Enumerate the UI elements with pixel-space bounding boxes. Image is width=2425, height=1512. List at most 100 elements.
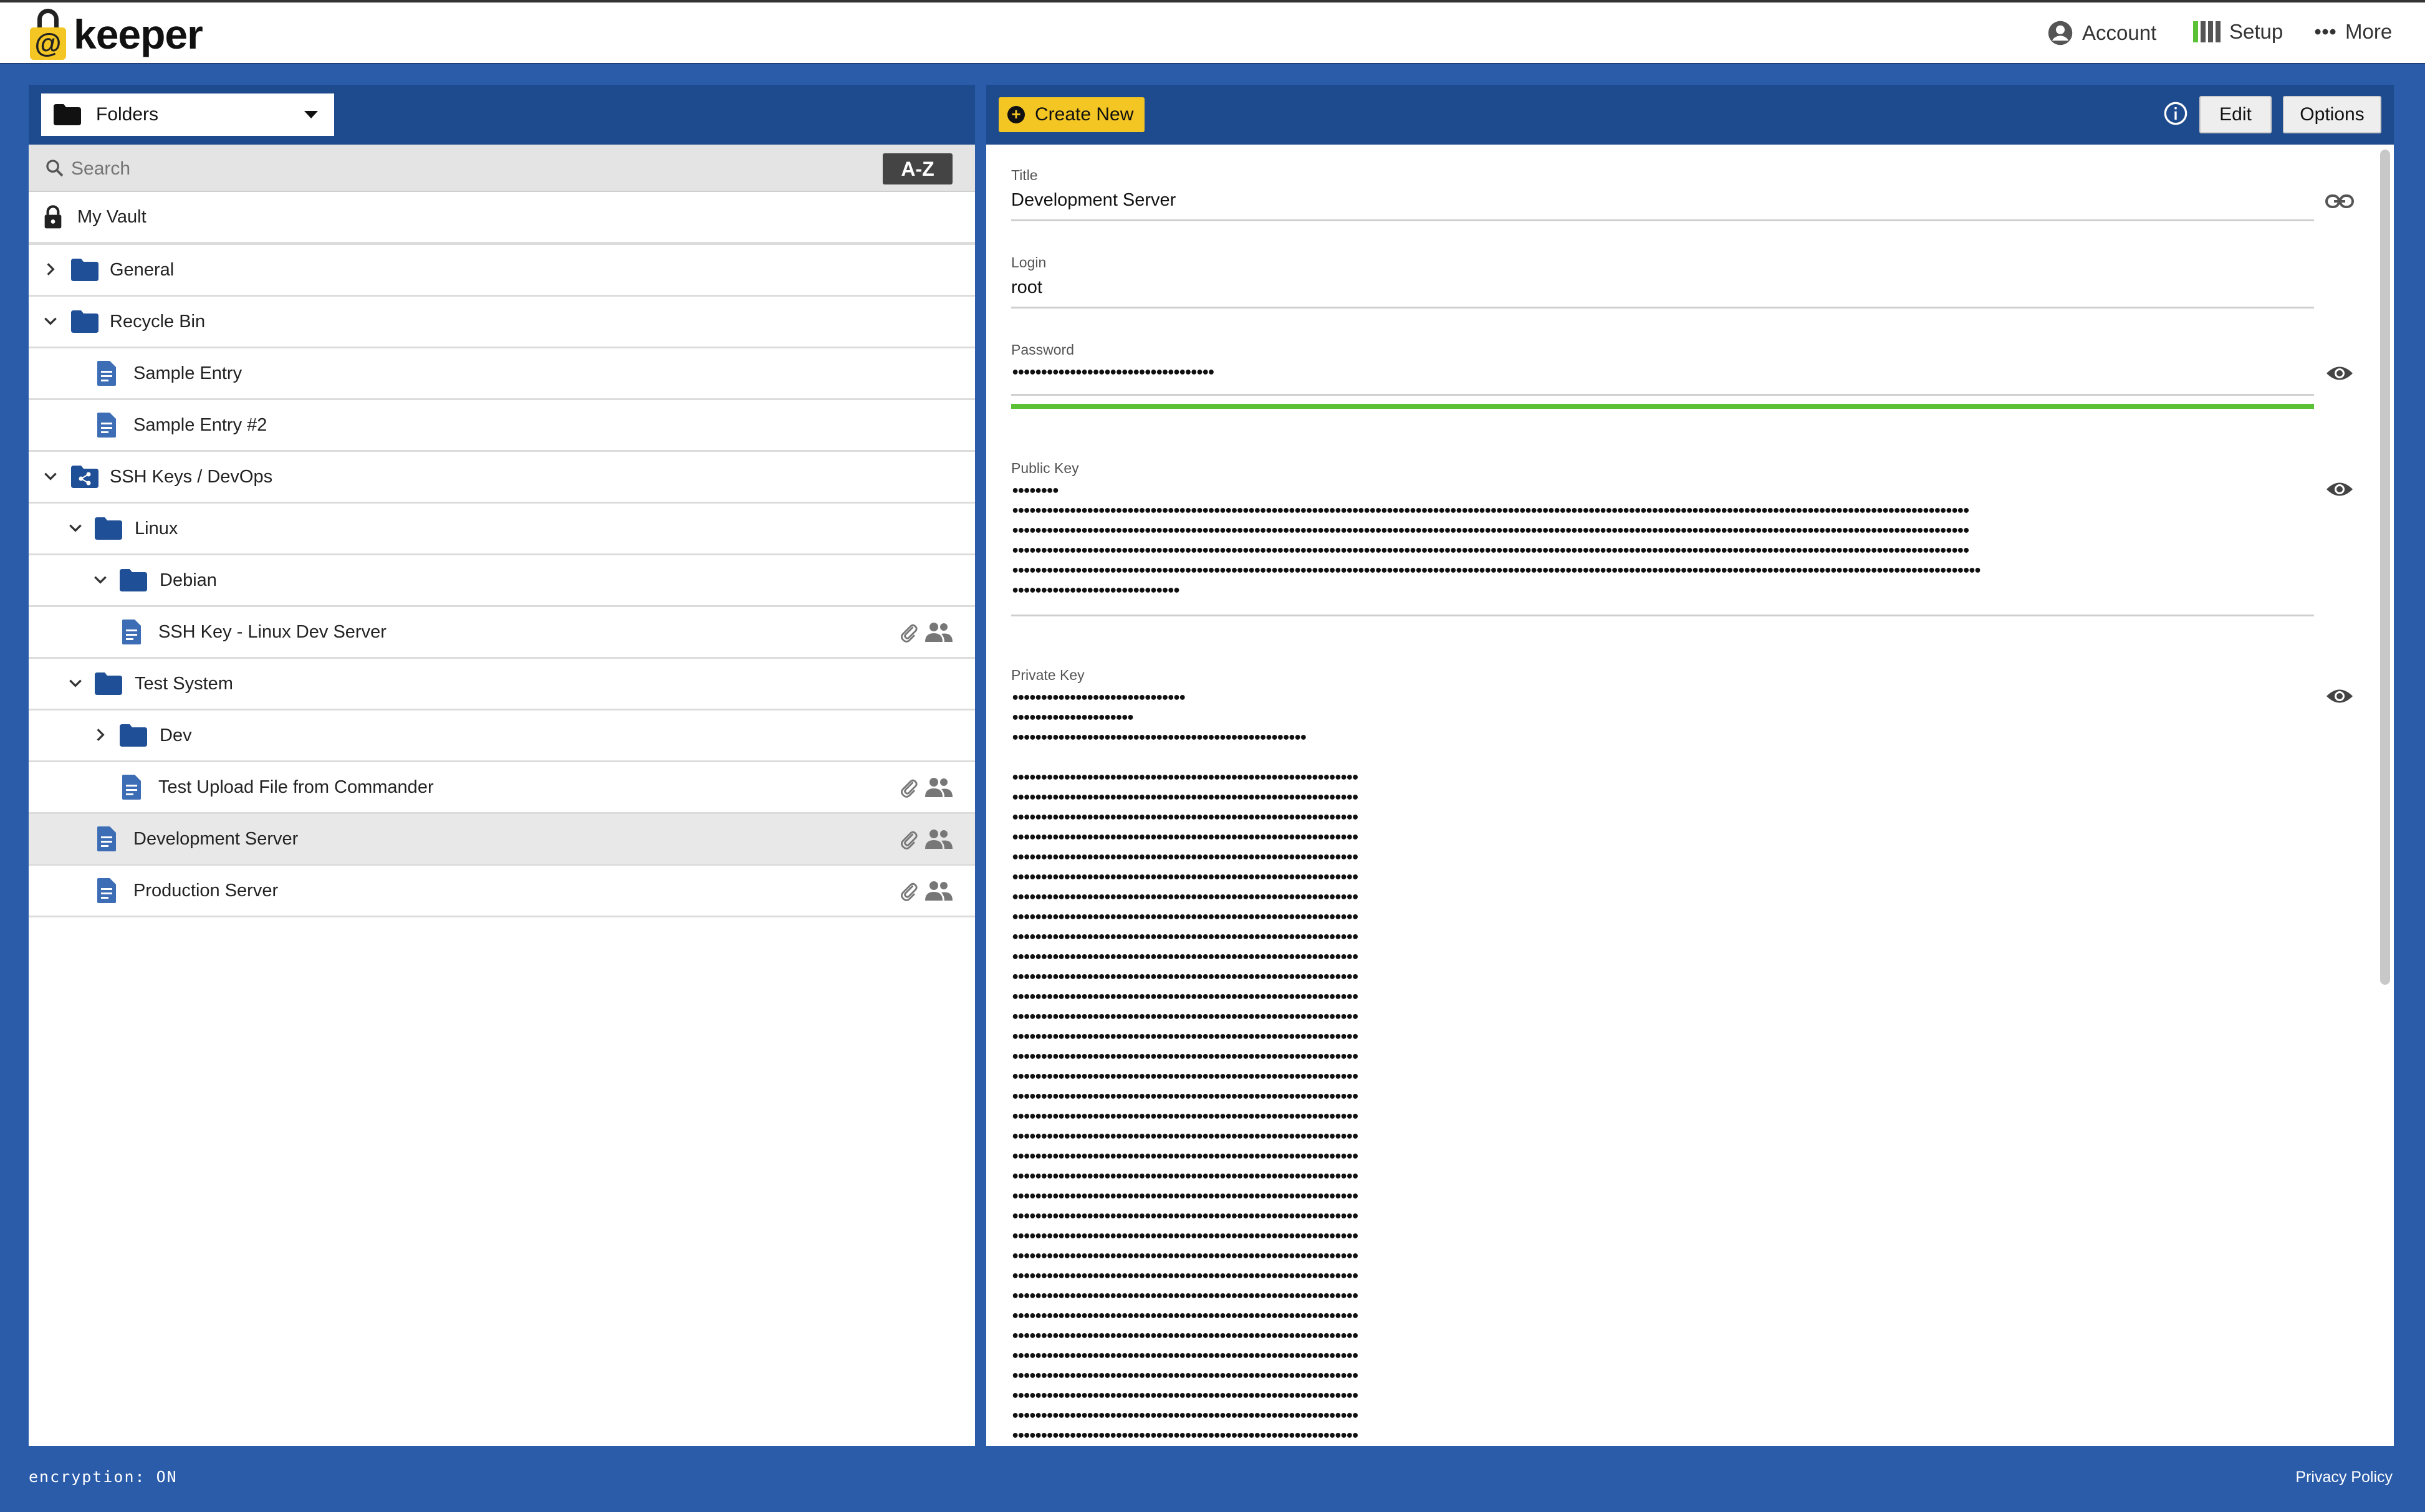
create-new-button[interactable]: + Create New <box>999 97 1145 132</box>
title-value[interactable]: Development Server <box>1011 190 2314 211</box>
info-icon[interactable] <box>2163 101 2188 126</box>
eye-icon[interactable] <box>2325 687 2354 706</box>
password-value[interactable]: ••••••••••••••••••••••••••••••••••• <box>1011 363 2314 383</box>
login-field: Login root <box>1011 254 2314 309</box>
setup-label: Setup <box>2229 20 2283 43</box>
shared-folder-icon <box>71 466 98 488</box>
chevron-right-icon[interactable] <box>92 727 108 743</box>
tree-item-label: Development Server <box>133 829 299 849</box>
search-bar: A-Z <box>29 145 975 192</box>
private-key-value[interactable]: •••••••••••••••••••••••••••••• •••••••••… <box>1011 689 2314 1446</box>
shared-users-icon <box>925 778 953 797</box>
create-new-label: Create New <box>1035 104 1134 125</box>
keeper-logo[interactable]: @ keeper <box>30 6 203 62</box>
chevron-down-icon[interactable] <box>42 313 59 329</box>
field-label: Login <box>1011 254 1047 270</box>
tree-item-production-server[interactable]: Production Server <box>29 866 975 917</box>
title-field: Title Development Server <box>1011 167 2314 221</box>
tree-item-label: General <box>110 260 175 280</box>
attachment-icon <box>901 831 918 849</box>
tree-item-linux[interactable]: Linux <box>29 504 975 555</box>
attachment-icon <box>901 624 918 643</box>
encryption-status: encryption: ON <box>29 1468 178 1486</box>
lock-logo-icon: @ <box>30 9 66 60</box>
record-detail-panel: + Create New Edit Options Title Developm… <box>986 85 2394 1446</box>
more-menu[interactable]: More <box>2314 20 2392 44</box>
tree-item-general[interactable]: General <box>29 245 975 297</box>
search-input[interactable] <box>70 153 870 184</box>
tree-item-label: Test System <box>135 674 233 694</box>
tree-item-label: Sample Entry <box>133 363 242 383</box>
logo-text: keeper <box>74 11 203 57</box>
tree-item-ssh-key-linux-dev-server[interactable]: SSH Key - Linux Dev Server <box>29 607 975 659</box>
chevron-down-icon[interactable] <box>42 468 59 484</box>
field-label: Password <box>1011 342 1074 358</box>
field-label: Private Key <box>1011 667 1085 683</box>
tree-item-label: Production Server <box>133 881 279 901</box>
password-field: Password •••••••••••••••••••••••••••••••… <box>1011 342 2314 396</box>
scrollbar[interactable] <box>2380 150 2390 985</box>
right-panel-header: + Create New Edit Options <box>986 85 2394 145</box>
lock-icon <box>44 205 62 229</box>
left-panel-header: Folders <box>29 85 975 145</box>
public-key-value[interactable]: •••••••• •••••••••••••••••••••••••••••••… <box>1011 482 2314 601</box>
tree-item-label: Recycle Bin <box>110 312 206 332</box>
setup-bars-icon <box>2193 21 2221 42</box>
eye-icon[interactable] <box>2325 480 2354 499</box>
folder-icon <box>95 517 122 540</box>
tree-item-test-system[interactable]: Test System <box>29 659 975 711</box>
view-select-label: Folders <box>96 104 159 125</box>
chevron-right-icon[interactable] <box>42 261 59 277</box>
options-button[interactable]: Options <box>2283 96 2381 133</box>
folder-tree: My Vault General Recycle Bin Sample Entr… <box>29 192 975 917</box>
more-dots-icon <box>2315 29 2336 35</box>
document-icon <box>97 361 116 386</box>
tree-item-label: Linux <box>135 519 178 538</box>
document-icon <box>97 826 116 851</box>
folder-icon <box>120 569 147 591</box>
chevron-down-icon[interactable] <box>67 520 84 536</box>
top-bar: @ keeper Account Setup More <box>0 0 2425 64</box>
tree-item-my-vault[interactable]: My Vault <box>29 192 975 245</box>
login-value[interactable]: root <box>1011 277 2314 298</box>
account-label: Account <box>2082 21 2157 44</box>
document-icon <box>97 878 116 903</box>
tree-item-test-upload-file[interactable]: Test Upload File from Commander <box>29 762 975 814</box>
tree-item-debian[interactable]: Debian <box>29 555 975 607</box>
logo-symbol: @ <box>30 27 66 60</box>
tree-item-recycle-bin[interactable]: Recycle Bin <box>29 297 975 348</box>
tree-item-ssh-keys-devops[interactable]: SSH Keys / DevOps <box>29 452 975 504</box>
tree-item-sample-entry[interactable]: Sample Entry <box>29 348 975 400</box>
link-icon[interactable] <box>2325 192 2354 211</box>
chevron-down-icon[interactable] <box>67 675 84 691</box>
chevron-down-icon[interactable] <box>92 572 108 588</box>
tree-item-label: My Vault <box>77 207 146 227</box>
field-label: Title <box>1011 167 1038 183</box>
account-menu[interactable]: Account <box>2047 20 2156 46</box>
edit-button[interactable]: Edit <box>2199 96 2272 133</box>
tree-item-dev[interactable]: Dev <box>29 711 975 762</box>
attachment-icon <box>901 883 918 901</box>
account-icon <box>2048 21 2073 45</box>
vault-tree-panel: Folders A-Z My Vault General Recycle Bin <box>29 85 975 1446</box>
setup-menu[interactable]: Setup <box>2193 20 2283 44</box>
privacy-policy-link[interactable]: Privacy Policy <box>2295 1468 2393 1486</box>
tree-item-label: Sample Entry #2 <box>133 415 267 435</box>
shared-users-icon <box>925 881 953 901</box>
document-icon <box>122 775 141 800</box>
tree-item-sample-entry-2[interactable]: Sample Entry #2 <box>29 400 975 452</box>
field-label: Public Key <box>1011 460 1079 476</box>
tree-item-label: SSH Key - Linux Dev Server <box>158 622 387 642</box>
document-icon <box>122 620 141 644</box>
shared-users-icon <box>925 623 953 642</box>
private-key-field: Private Key ••••••••••••••••••••••••••••… <box>1011 667 2314 1446</box>
sort-az-button[interactable]: A-Z <box>883 153 953 184</box>
tree-item-development-server[interactable]: Development Server <box>29 814 975 866</box>
view-select-dropdown[interactable]: Folders <box>41 93 334 136</box>
tree-item-label: Dev <box>160 725 192 745</box>
shared-users-icon <box>925 830 953 849</box>
folder-icon <box>54 104 81 125</box>
folder-icon <box>120 724 147 747</box>
folder-icon <box>71 259 98 281</box>
eye-icon[interactable] <box>2325 364 2354 383</box>
